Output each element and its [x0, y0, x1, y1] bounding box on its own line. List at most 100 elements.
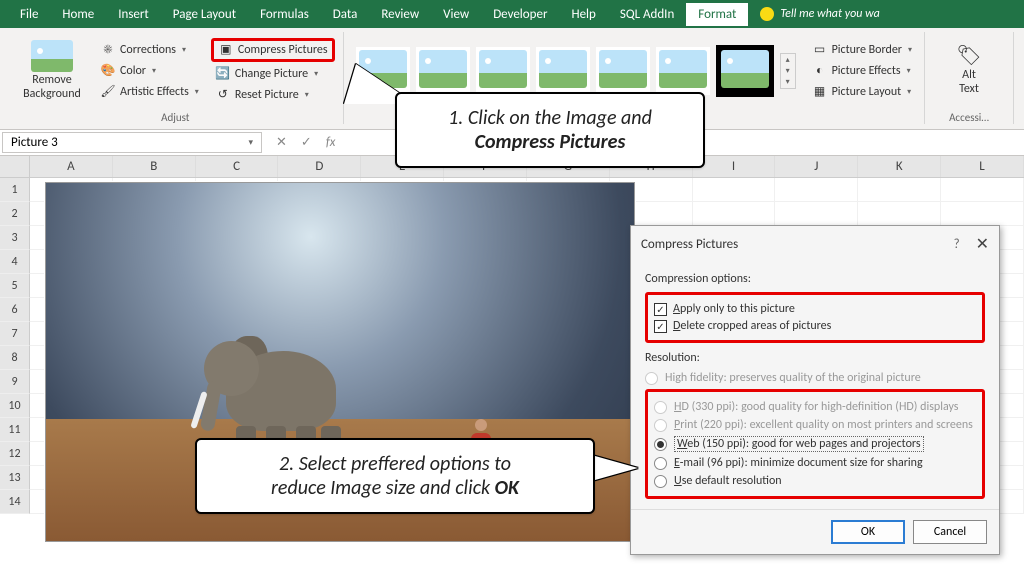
remove-background-button[interactable]: Remove Background [16, 38, 88, 104]
row-header[interactable]: 12 [0, 442, 30, 466]
name-box-value: Picture 3 [11, 135, 58, 150]
picture-border-button[interactable]: ▭Picture Border [808, 41, 916, 59]
col-header[interactable]: L [941, 156, 1024, 177]
sun-icon: ☀ [100, 42, 116, 58]
tab-home[interactable]: Home [50, 3, 106, 26]
compress-pictures-dialog: Compress Pictures ? ✕ Compression option… [630, 225, 1000, 555]
callout-2: 2. Select preffered options to reduce Im… [195, 438, 595, 514]
tab-page-layout[interactable]: Page Layout [161, 3, 248, 26]
row-header[interactable]: 4 [0, 250, 30, 274]
row-header[interactable]: 2 [0, 202, 30, 226]
tab-help[interactable]: Help [559, 3, 607, 26]
style-item[interactable] [416, 47, 470, 95]
cancel-icon[interactable]: ✕ [276, 135, 287, 150]
artistic-effects-button[interactable]: 🖌Artistic Effects [96, 83, 203, 101]
tab-review[interactable]: Review [369, 3, 431, 26]
tab-formulas[interactable]: Formulas [248, 3, 321, 26]
group-label-access: Accessi… [949, 109, 989, 124]
border-icon: ▭ [812, 42, 828, 58]
group-accessibility: 🏷 Alt Text Accessi… [925, 32, 1014, 124]
row-header[interactable]: 3 [0, 226, 30, 250]
style-item-selected[interactable] [716, 45, 774, 97]
formula-icons: ✕ ✓ fx [264, 130, 347, 155]
tab-format[interactable]: Format [686, 3, 748, 26]
ok-button[interactable]: OK [831, 520, 905, 544]
row-header[interactable]: 5 [0, 274, 30, 298]
row-header[interactable]: 1 [0, 178, 30, 202]
lightbulb-icon [760, 7, 774, 21]
name-box[interactable]: Picture 3 [2, 132, 262, 153]
swap-icon: 🔄 [215, 66, 231, 82]
group-label-adjust: Adjust [161, 109, 189, 124]
picture-layout-button[interactable]: ▦Picture Layout [808, 83, 916, 101]
res-email-radio[interactable]: E-mail (96 ppi): minimize document size … [654, 456, 976, 470]
reset-picture-button[interactable]: ↺Reset Picture [211, 86, 335, 104]
layout-label: Picture Layout [832, 85, 902, 99]
color-button[interactable]: 🎨Color [96, 62, 203, 80]
col-header[interactable]: C [196, 156, 279, 177]
row-header[interactable]: 11 [0, 418, 30, 442]
tab-view[interactable]: View [431, 3, 481, 26]
style-item[interactable] [656, 47, 710, 95]
res-web-radio[interactable]: Web (150 ppi): good for web pages and pr… [654, 436, 976, 452]
tab-insert[interactable]: Insert [106, 3, 161, 26]
resolution-highlight: HD (330 ppi): good quality for high-defi… [645, 389, 985, 499]
style-item[interactable] [536, 47, 590, 95]
tell-me[interactable]: Tell me what you wa [760, 7, 880, 21]
compress-label: Compress Pictures [238, 43, 328, 57]
cell[interactable] [775, 202, 858, 226]
change-picture-button[interactable]: 🔄 Change Picture [211, 65, 335, 83]
style-item[interactable] [476, 47, 530, 95]
col-header[interactable]: D [278, 156, 361, 177]
gallery-expand[interactable]: ▴▾▾ [780, 53, 796, 89]
tab-file[interactable]: File [8, 3, 50, 26]
col-header[interactable]: A [30, 156, 113, 177]
color-label: Color [120, 64, 146, 78]
row-header[interactable]: 13 [0, 466, 30, 490]
callout-1-line2: Compress Pictures [475, 130, 626, 154]
cell[interactable] [693, 178, 776, 202]
row-header[interactable]: 9 [0, 370, 30, 394]
close-icon[interactable]: ✕ [976, 234, 989, 254]
corrections-label: Corrections [120, 43, 176, 57]
group-adjust: Remove Background ☀Corrections 🎨Color 🖌A… [8, 32, 344, 124]
cell[interactable] [941, 178, 1024, 202]
change-label: Change Picture [235, 67, 308, 81]
style-item[interactable] [596, 47, 650, 95]
res-print-radio: Print (220 ppi): excellent quality on mo… [654, 418, 976, 432]
row-header[interactable]: 10 [0, 394, 30, 418]
col-header[interactable]: J [775, 156, 858, 177]
delete-cropped-checkbox[interactable]: ✓Delete cropped areas of pictures [654, 319, 976, 333]
tab-developer[interactable]: Developer [481, 3, 559, 26]
fx-icon[interactable]: fx [326, 135, 336, 150]
cell[interactable] [775, 178, 858, 202]
row-header[interactable]: 6 [0, 298, 30, 322]
tab-sql-addin[interactable]: SQL AddIn [608, 3, 686, 26]
cell[interactable] [858, 202, 941, 226]
picture-effects-button[interactable]: ◐Picture Effects [808, 62, 916, 80]
row-header[interactable]: 7 [0, 322, 30, 346]
cancel-button[interactable]: Cancel [913, 520, 987, 544]
check-icon[interactable]: ✓ [301, 135, 312, 150]
corrections-button[interactable]: ☀ Corrections [96, 41, 203, 59]
col-header[interactable]: B [113, 156, 196, 177]
col-header[interactable]: I [693, 156, 776, 177]
help-icon[interactable]: ? [954, 237, 960, 252]
res-default-radio[interactable]: Use default resolution [654, 474, 976, 488]
select-all-corner[interactable] [0, 156, 30, 177]
callout-2-tail [588, 454, 638, 482]
tab-data[interactable]: Data [321, 3, 370, 26]
alt-text-button[interactable]: 🏷 Alt Text [933, 38, 1005, 104]
col-header[interactable]: K [858, 156, 941, 177]
apply-only-checkbox[interactable]: ✓AApply only to this picturepply only to… [654, 302, 976, 316]
row-header[interactable]: 14 [0, 490, 30, 514]
brush-icon: 🖌 [100, 84, 116, 100]
compress-pictures-button[interactable]: ▣ Compress Pictures [211, 38, 335, 62]
cell[interactable] [858, 178, 941, 202]
row-header[interactable]: 8 [0, 346, 30, 370]
dialog-titlebar[interactable]: Compress Pictures ? ✕ [631, 226, 999, 262]
cell[interactable] [941, 202, 1024, 226]
cell[interactable] [693, 202, 776, 226]
alt-text-label: Alt Text [959, 69, 979, 95]
compress-icon: ▣ [218, 42, 234, 58]
